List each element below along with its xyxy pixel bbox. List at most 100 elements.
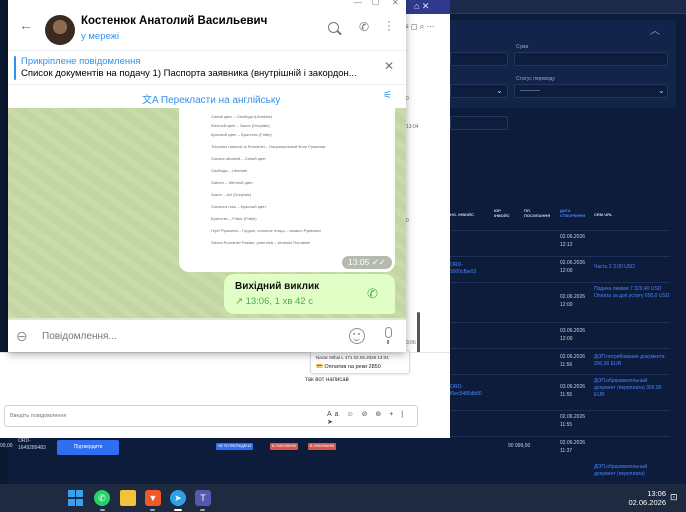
settings-sliders-icon[interactable]: ⚟ [383, 90, 392, 101]
search-icon[interactable] [328, 22, 339, 33]
composer-tools[interactable]: Aa ☺ ⊘ ⊚ + | ➤ [327, 410, 417, 426]
more-vertical-icon[interactable]: · · · [387, 15, 391, 35]
table-row-crm-link[interactable]: Часть 2 3.00 USD [594, 264, 670, 271]
status-badge: В ОЧІКУВАННІ [308, 443, 337, 450]
table-row-divider [446, 348, 670, 349]
file-explorer-icon[interactable] [120, 490, 136, 506]
whatsapp-icon[interactable]: ✆ [94, 490, 110, 506]
table-row-date: 02.06.2026 [560, 354, 586, 360]
running-indicator [100, 509, 105, 511]
crm-th-legal-invoice: ЮР. ІНВОЙС [494, 208, 510, 218]
contact-name[interactable]: Костенюк Анатолий Васильевич [81, 15, 267, 27]
row-amount-left: 99,00 [0, 443, 13, 449]
translate-button[interactable]: 文A Перекласти на англійську [142, 91, 280, 106]
table-row-divider [446, 436, 670, 437]
emoji-icon[interactable] [349, 328, 365, 344]
window-controls[interactable]: ⌂ ✕ [414, 1, 429, 12]
document-text-line: Stema României Pasăre, puternică – simbo… [211, 240, 311, 245]
outgoing-call-message[interactable]: Вихідний виклик ↗ 13:06, 1 хв 42 с ✆ [224, 274, 395, 314]
table-row-crm-link[interactable]: ДОП.образовательный документ (переплата)… [594, 378, 670, 399]
pinned-indicator [14, 56, 16, 80]
back-arrow-icon[interactable]: ← [19, 17, 33, 33]
table-row-divider [446, 322, 670, 323]
table-row-time: 11:55 [560, 422, 573, 428]
phone-icon[interactable]: ✆ [359, 20, 369, 34]
table-row-order-link[interactable]: ORD- f0ec5485db80 [450, 384, 482, 398]
table-row-date: 02.06.2026 [560, 440, 586, 446]
phone-icon[interactable]: ✆ [367, 286, 378, 302]
document-text-line: Синий цвет – Свобода (Libertate) [211, 114, 273, 119]
clock-time: 13:06 [647, 489, 666, 498]
table-row-time: 11:37 [560, 448, 573, 454]
document-image-message[interactable]: Синий цвет – Свобода (Libertate) Желтый ц… [179, 108, 395, 272]
running-indicator [200, 509, 205, 511]
chevron-down-icon[interactable]: ⌄ [496, 86, 503, 95]
active-indicator [174, 509, 182, 511]
document-text-line: Закон – Act (Dreptate) [211, 192, 252, 197]
table-row-date: 03.06.2026 [560, 328, 586, 334]
pinned-message-bar[interactable]: Прикріплене повідомлення Список документ… [8, 50, 406, 84]
message-time: 13:04 [406, 124, 419, 130]
messenger-toolbar-icons[interactable]: ≡ ◻ ⌕ ⋯ [404, 22, 434, 32]
table-row-order-link[interactable]: ORD- 3000cfbe03 [450, 262, 476, 276]
crm-sum-input[interactable] [514, 52, 668, 66]
table-row-crm-link[interactable]: ДОП.образовательный документ (переплата) [594, 464, 670, 478]
crm-filter-input-left[interactable] [450, 52, 508, 66]
crm-status-value: ---------- [520, 88, 540, 94]
chevron-down-icon[interactable]: ⌄ [658, 86, 665, 95]
chat-header: ← Костенюк Анатолий Васильевич у мережі … [8, 0, 406, 50]
table-row-time: 12:00 [560, 268, 573, 274]
attach-icon[interactable]: ⊘ [12, 326, 32, 346]
close-icon[interactable]: ✕ [384, 59, 394, 73]
avatar[interactable] [45, 15, 75, 45]
crm-th-created-date[interactable]: ДАТА СТВОРЕННЯ [560, 208, 590, 218]
notification-icon[interactable]: ⊡ [670, 492, 678, 503]
call-title: Вихідний виклик [235, 281, 320, 292]
translate-label: Перекласти на англійську [160, 95, 281, 106]
brave-browser-icon[interactable]: ▼ [145, 490, 161, 506]
window-controls: — ☐ ✕ [348, 0, 406, 10]
crm-th-payment-link: ПЛ. ПОСИЛАННЯ [524, 208, 551, 218]
row-amount-right: 90 999,00 [508, 443, 531, 449]
microphone-icon[interactable] [385, 327, 392, 344]
message-text: так вот написав [305, 377, 349, 383]
message-time-value: 13:05 [348, 257, 370, 267]
windows-start-icon[interactable] [68, 490, 84, 506]
maximize-button[interactable]: ☐ [372, 0, 379, 7]
message-input[interactable] [42, 326, 332, 346]
close-window-button[interactable]: ✕ [392, 0, 399, 7]
messenger-topbar: ⌂ ✕ [406, 0, 450, 14]
table-row-divider [446, 410, 670, 411]
status-badge: НЕ ПОТВЕРЖДЕНО [216, 443, 254, 450]
pinned-text: Список документів на подачу 1) Паспорта … [21, 68, 357, 79]
crm-filter-input-3[interactable] [450, 116, 508, 130]
teams-icon[interactable]: T [195, 490, 211, 506]
minimize-button[interactable]: — [354, 0, 362, 7]
table-row-crm-link[interactable]: ДОП.потребованиe документа 200,00 EUR [594, 354, 670, 368]
translate-icon: 文A [142, 95, 161, 106]
table-row-time: 12:00 [560, 336, 573, 342]
system-clock[interactable]: 13:06 02.06.2026 [612, 489, 666, 507]
pinned-title: Прикріплене повідомлення [21, 56, 141, 67]
table-row-time: 12:12 [560, 242, 573, 248]
message-time: 0 [406, 96, 409, 102]
message-input[interactable] [10, 406, 310, 426]
crm-th-no-invoice: НО. ІНВОЙС [450, 212, 474, 217]
table-row-divider [446, 282, 670, 283]
message-input-box[interactable]: Aa ☺ ⊘ ⊚ + | ➤ [4, 405, 418, 427]
quoted-message[interactable]: Nazar Mihai L 471 02.06.2026 13:04 💳 Опл… [310, 350, 410, 374]
status-badge: В ОЧІКУВАННІ [270, 443, 299, 450]
contact-status: у мережі [81, 31, 120, 42]
document-text-line: Красный цвет – Братство (Frăție) [211, 132, 272, 137]
messenger-chat-area-edge [406, 14, 450, 362]
table-row-date: 02.06.2026 [560, 294, 586, 300]
message-time: 0 [406, 218, 409, 224]
clock-date: 02.06.2026 [628, 498, 666, 507]
document-text-line: Герб Румынии – Гордое, сильное птица – с… [211, 228, 321, 233]
telegram-icon[interactable]: ➤ [170, 490, 186, 506]
table-row-time: 12:00 [560, 302, 573, 308]
chevron-up-icon[interactable]: ︿ [650, 22, 660, 37]
table-row-crm-link[interactable]: Подача ликвая 7 329,40 USD Оплата за доп… [594, 286, 670, 300]
table-row-date: 02.06.2026 [560, 234, 586, 240]
confirm-button[interactable]: Підтвердити [57, 440, 119, 455]
